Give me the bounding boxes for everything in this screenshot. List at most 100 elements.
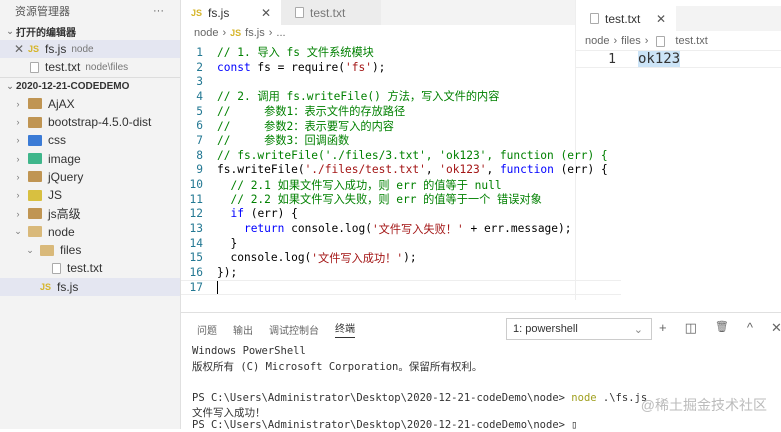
code-line[interactable]: 8// fs.writeFile('./files/3.txt', 'ok123… <box>181 148 621 163</box>
breadcrumb-item[interactable]: fs.js <box>245 27 265 39</box>
more-actions-button[interactable]: ··· <box>153 5 164 17</box>
watermark: @稀土掘金技术社区 <box>641 395 767 415</box>
line-number: 15 <box>181 251 203 264</box>
code-token <box>217 222 244 235</box>
code-token: '文件写入失败！' <box>372 221 464 237</box>
code-token: '文件写入成功！' <box>311 250 403 266</box>
tree-item-label: css <box>48 133 66 147</box>
text-editor[interactable]: 1ok123 <box>576 50 781 68</box>
js-file-icon: JS <box>230 28 241 38</box>
close-icon[interactable]: ✕ <box>261 6 271 20</box>
code-line[interactable]: 11 // 2.2 如果文件写入失败，则 err 的值等于一个 错误对象 <box>181 192 621 207</box>
line-number: 5 <box>181 105 203 118</box>
js-file-icon: JS <box>28 44 39 54</box>
trash-icon[interactable]: 🗑 <box>715 320 729 336</box>
breadcrumb-item[interactable]: test.txt <box>675 35 707 47</box>
code-token: (err) { <box>244 207 298 220</box>
tree-item-label: jQuery <box>48 170 83 184</box>
close-icon[interactable]: ✕ <box>656 12 666 26</box>
code-token: // 1. 导入 fs 文件系统模块 <box>217 44 374 60</box>
tree-item[interactable]: test.txt <box>0 259 180 277</box>
tree-item[interactable]: ›css <box>0 131 180 149</box>
tree-item[interactable]: ›JS <box>0 186 180 204</box>
terminal-line: PS C:\Users\Administrator\Desktop\2020-1… <box>192 419 647 432</box>
code-line[interactable]: 15 console.log('文件写入成功！'); <box>181 251 621 266</box>
code-line[interactable]: 2const fs = require('fs'); <box>181 60 621 75</box>
code-line[interactable]: 17 <box>181 280 621 295</box>
text-cursor <box>217 281 218 294</box>
line-number: 9 <box>181 163 203 176</box>
tab-test-txt-right[interactable]: test.txt✕ <box>576 6 676 31</box>
chevron-down-icon: ⌄ <box>24 245 36 256</box>
code-line[interactable]: 7// 参数3：回调函数 <box>181 133 621 148</box>
code-line[interactable]: 12 if (err) { <box>181 207 621 222</box>
panel-tab[interactable]: 调试控制台 <box>269 322 319 337</box>
tab-test-txt[interactable]: test.txt <box>281 0 381 25</box>
panel-tab[interactable]: 终端 <box>335 320 355 338</box>
tab-fs-js[interactable]: JSfs.js✕ <box>181 0 281 25</box>
new-terminal-icon[interactable]: + <box>659 320 667 336</box>
panel-tab[interactable]: 输出 <box>233 322 253 337</box>
code-line[interactable]: 14 } <box>181 236 621 251</box>
split-terminal-icon[interactable]: ◫ <box>685 320 697 336</box>
code-line[interactable]: 1// 1. 导入 fs 文件系统模块 <box>181 45 621 60</box>
tree-item[interactable]: ›bootstrap-4.5.0-dist <box>0 113 180 131</box>
tree-item[interactable]: ⌄files <box>0 241 180 259</box>
terminal-line: 文件写入成功！ <box>192 405 647 419</box>
line-number: 16 <box>181 266 203 279</box>
close-icon[interactable]: ✕ <box>14 42 24 56</box>
tree-item[interactable]: ›jQuery <box>0 168 180 186</box>
breadcrumb-item[interactable]: ... <box>276 27 285 39</box>
tree-item[interactable]: ›js高级 <box>0 204 180 222</box>
code-token: const <box>217 61 251 74</box>
terminal-select[interactable]: 1: powershell⌄ <box>506 318 652 340</box>
tree-item-label: node <box>48 225 75 239</box>
tree-item[interactable]: JSfs.js <box>0 278 180 296</box>
js-file-icon: JS <box>191 8 202 18</box>
code-token: // 2.2 如果文件写入失败，则 err 的值等于一个 错误对象 <box>230 191 541 207</box>
explorer-sidebar: 资源管理器··· ⌄打开的编辑器 ✕JSfs.jsnode test.txtno… <box>0 0 181 429</box>
code-line[interactable]: 9fs.writeFile('./files/test.txt', 'ok123… <box>181 163 621 178</box>
close-panel-icon[interactable]: ✕ <box>771 320 781 336</box>
panel-tab[interactable]: 问题 <box>197 322 217 337</box>
breadcrumb-item[interactable]: node <box>585 35 609 47</box>
breadcrumb-separator: › <box>222 27 226 39</box>
line-number: 12 <box>181 207 203 220</box>
code-token <box>217 193 230 206</box>
code-line[interactable]: 16}); <box>181 265 621 280</box>
code-token: './files/test.txt' <box>305 163 426 176</box>
code-line[interactable]: 3 <box>181 74 621 89</box>
breadcrumb-separator: › <box>645 35 649 47</box>
terminal[interactable]: Windows PowerShell版权所有 (C) Microsoft Cor… <box>192 345 647 432</box>
tree-item[interactable]: ›AjAX <box>0 95 180 113</box>
tree-item[interactable]: ›image <box>0 149 180 167</box>
tree-item-label: JS <box>48 188 62 202</box>
open-editors-label: 打开的编辑器 <box>16 24 76 39</box>
code-line[interactable]: 5// 参数1：表示文件的存放路径 <box>181 104 621 119</box>
tree-item-label: bootstrap-4.5.0-dist <box>48 115 151 129</box>
project-header[interactable]: ⌄2020-12-21-CODEDEMO <box>0 77 180 95</box>
file-name: fs.js <box>45 42 66 56</box>
open-editor-test-txt[interactable]: test.txtnode\files <box>0 58 180 76</box>
maximize-icon[interactable]: ^ <box>747 320 753 336</box>
breadcrumb-item[interactable]: node <box>194 27 218 39</box>
folder-icon <box>28 226 42 237</box>
breadcrumb: node›files›test.txt <box>585 35 708 47</box>
breadcrumb-item[interactable]: files <box>621 35 641 47</box>
code-line[interactable]: 10 // 2.1 如果文件写入成功，则 err 的值等于 null <box>181 177 621 192</box>
text-file-icon <box>30 62 39 73</box>
open-editor-fs-js[interactable]: ✕JSfs.jsnode <box>0 40 180 58</box>
tree-item[interactable]: ⌄node <box>0 223 180 241</box>
code-line[interactable]: 6// 参数2：表示要写入的内容 <box>181 118 621 133</box>
open-editors-header[interactable]: ⌄打开的编辑器 <box>0 22 180 40</box>
code-token <box>217 178 230 191</box>
text-file-icon <box>656 36 665 47</box>
code-line[interactable]: 4// 2. 调用 fs.writeFile() 方法，写入文件的内容 <box>181 89 621 104</box>
breadcrumb: node›JSfs.js›... <box>194 27 286 39</box>
code-editor[interactable]: 1// 1. 导入 fs 文件系统模块2const fs = require('… <box>181 45 621 295</box>
code-token: function <box>500 163 554 176</box>
tab-label: test.txt <box>310 6 345 20</box>
editor-tabs: JSfs.js✕ test.txt <box>181 0 575 25</box>
terminal-line: 版权所有 (C) Microsoft Corporation。保留所有权利。 <box>192 359 647 373</box>
code-line[interactable]: 13 return console.log('文件写入失败！' + err.me… <box>181 221 621 236</box>
